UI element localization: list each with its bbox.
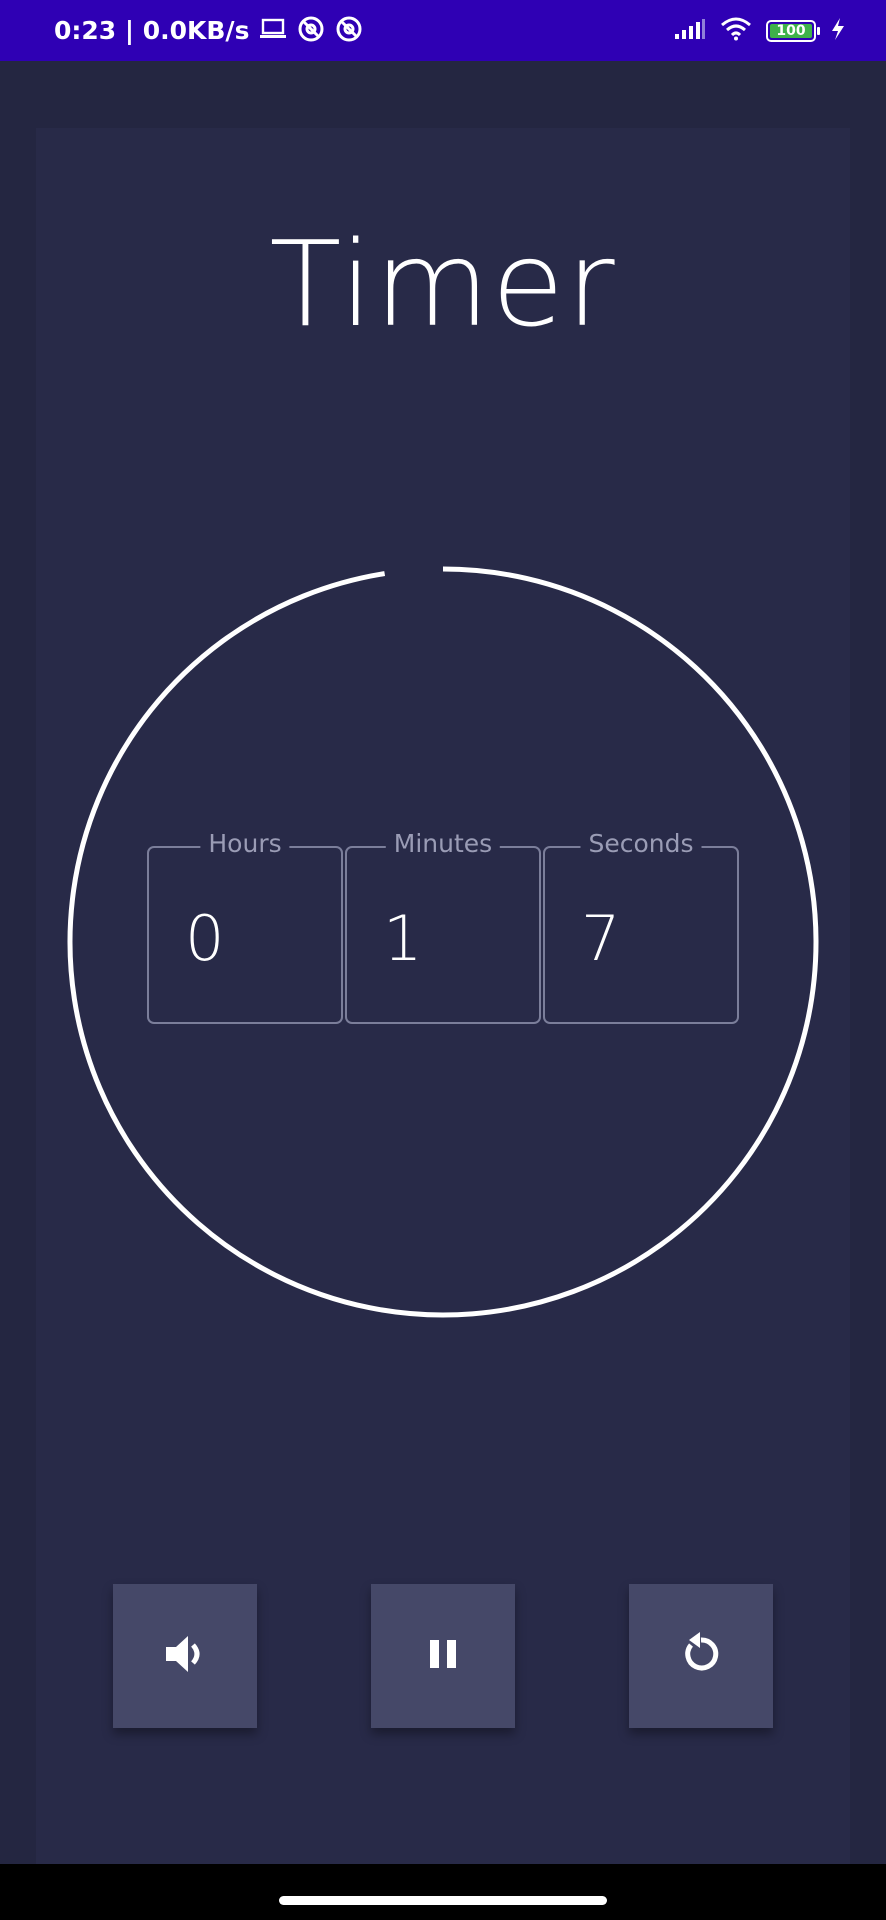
pause-icon: [423, 1634, 463, 1678]
nav-bar: [0, 1864, 886, 1920]
seconds-value[interactable]: 7: [581, 908, 620, 970]
hours-value[interactable]: 0: [185, 908, 224, 970]
hours-label: Hours: [200, 826, 290, 862]
reset-icon: [678, 1631, 724, 1681]
sound-button[interactable]: [113, 1584, 257, 1728]
minutes-value[interactable]: 1: [383, 908, 422, 970]
reset-button[interactable]: [629, 1584, 773, 1728]
hours-field[interactable]: Hours 0: [147, 826, 343, 1024]
seconds-field[interactable]: Seconds 7: [543, 826, 739, 1024]
minutes-label: Minutes: [385, 826, 501, 862]
pause-button[interactable]: [371, 1584, 515, 1728]
minutes-field[interactable]: Minutes 1: [345, 826, 541, 1024]
seconds-label: Seconds: [580, 826, 702, 862]
home-gesture-handle[interactable]: [279, 1896, 607, 1905]
volume-icon: [162, 1631, 208, 1681]
